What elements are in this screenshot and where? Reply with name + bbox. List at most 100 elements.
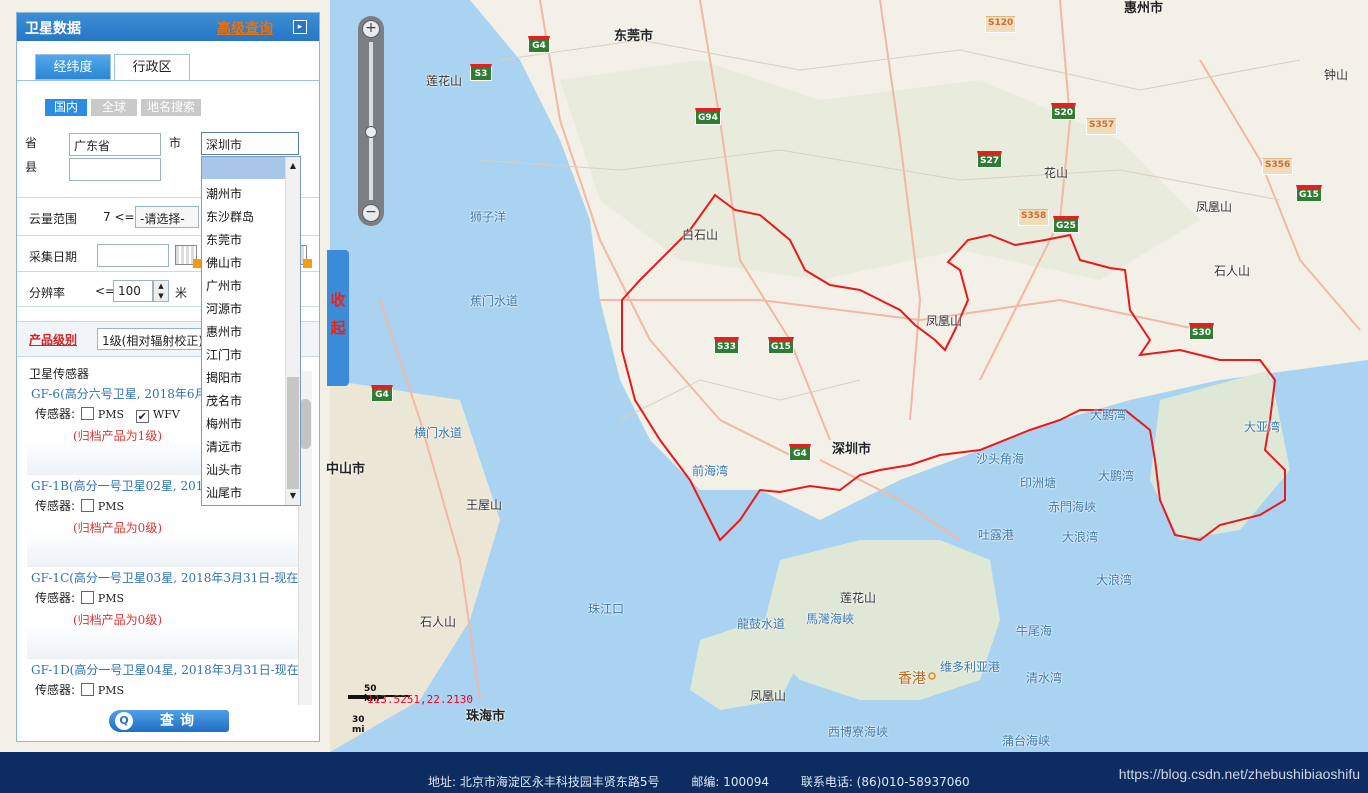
collapse-panel-button[interactable]: 收 起 — [327, 250, 349, 386]
resolution-input[interactable]: 100 — [113, 280, 153, 302]
city-dropdown-list[interactable]: 潮州市 东沙群岛 东莞市 佛山市 广州市 河源市 惠州市 江门市 揭阳市 茂名市… — [201, 156, 301, 506]
dropdown-option[interactable]: 清远市 — [206, 438, 242, 455]
sensor-row: 传感器: PMS ✔ WFV — [35, 405, 186, 423]
sensor-label: 传感器: — [35, 683, 76, 697]
cloud-operator: 7 <= — [103, 210, 135, 224]
product-level-select[interactable]: 1级(相对辐射校正) — [97, 328, 217, 350]
advanced-query-link[interactable]: 高级查询 — [217, 18, 273, 38]
sensor-checkbox-pms[interactable] — [80, 591, 94, 604]
dropdown-blank-option[interactable] — [202, 157, 286, 179]
calendar-icon[interactable] — [175, 245, 202, 268]
footer-phone: 联系电话: (86)010-58937060 — [800, 775, 970, 789]
zoom-out-button[interactable]: − — [362, 204, 380, 222]
archive-note: (归档产品为0级) — [73, 613, 162, 627]
road-shield: G4 — [528, 36, 550, 53]
map-label-wangwushan: 王屋山 — [466, 498, 503, 512]
scroll-up-icon[interactable]: ▲ — [287, 159, 299, 173]
dropdown-option[interactable]: 茂名市 — [206, 392, 242, 409]
dropdown-option[interactable]: 东沙群岛 — [206, 208, 254, 225]
search-panel: 卫星数据 高级查询 ▸ 经纬度 行政区 国内 全球 地名搜索 省 广东省 市 深… — [16, 12, 320, 742]
map-label-dongguan: 东莞市 — [614, 29, 654, 44]
scrollbar-thumb[interactable] — [300, 399, 311, 449]
tab-admin-region[interactable]: 行政区 — [114, 54, 190, 80]
road-shield: G15 — [768, 337, 794, 354]
scrollbar-thumb[interactable] — [287, 377, 299, 489]
road-shield: G25 — [1053, 216, 1079, 233]
dropdown-option[interactable]: 佛山市 — [206, 254, 242, 271]
dropdown-scrollbar[interactable]: ▲ ▼ — [285, 157, 300, 505]
satellite-item: GF-1C(高分一号卫星03星, 2018年3月31日-现在 传感器: PMS … — [27, 569, 299, 659]
footer-postcode: 邮编: 100094 — [691, 775, 769, 789]
sensor-label: 传感器: — [35, 407, 76, 421]
county-label: 县 — [25, 160, 38, 174]
collapse-char: 收 — [330, 291, 346, 309]
hongkong-land — [760, 540, 1000, 700]
road-shield: S357 — [1086, 118, 1118, 135]
sensor-name: PMS — [97, 500, 125, 513]
road-shield: G15 — [1296, 185, 1322, 202]
map-label-zhuhai: 珠海市 — [466, 709, 506, 724]
dropdown-option[interactable]: 汕头市 — [206, 461, 242, 478]
cloud-select[interactable]: -请选择- — [135, 206, 199, 228]
map-label-baishishan: 白石山 — [682, 228, 719, 242]
map-label-lianhuashan-2: 莲花山 — [840, 591, 877, 605]
zoom-control: + − — [358, 16, 384, 226]
start-date-input[interactable] — [97, 244, 169, 267]
panel-title: 卫星数据 — [25, 21, 81, 37]
resolution-stepper[interactable]: ▲ ▼ — [153, 280, 169, 302]
dropdown-option[interactable]: 江门市 — [206, 346, 242, 363]
satellite-item: GF-1D(高分一号卫星04星, 2018年3月31日-现在 传感器: PMS — [27, 661, 299, 705]
zoom-slider-track[interactable] — [369, 42, 373, 200]
product-level-label: 产品级别 — [29, 333, 78, 347]
panel-header: 卫星数据 高级查询 ▸ — [17, 13, 319, 41]
tab-latlon[interactable]: 经纬度 — [35, 54, 111, 80]
subtab-domestic[interactable]: 国内 — [45, 99, 87, 116]
dropdown-option[interactable]: 惠州市 — [206, 323, 242, 340]
dropdown-option[interactable]: 潮州市 — [206, 185, 242, 202]
archive-note: (归档产品为0级) — [73, 521, 162, 535]
county-select[interactable] — [69, 158, 161, 181]
sensor-checkbox-pms[interactable] — [80, 407, 94, 420]
dropdown-option[interactable]: 揭阳市 — [206, 369, 242, 386]
province-select[interactable]: 广东省 — [69, 133, 161, 156]
satellite-title: GF-1B(高分一号卫星02星, 201 — [31, 479, 204, 493]
sensor-checkbox-wfv[interactable]: ✔ — [135, 410, 149, 423]
map-label-lianhuashan: 莲花山 — [426, 74, 463, 88]
zoom-slider-handle[interactable] — [365, 126, 377, 138]
dropdown-option[interactable]: 汕尾市 — [206, 484, 242, 501]
zoom-in-button[interactable]: + — [362, 20, 380, 38]
road-shield: G4 — [371, 385, 393, 402]
query-button-label: 查询 — [160, 713, 200, 729]
road-shield: S358 — [1018, 209, 1050, 226]
map-label-putai: 蒲台海峡 — [1002, 734, 1051, 748]
expand-arrow-icon[interactable]: ▸ — [293, 20, 307, 34]
resolution-unit: 米 — [175, 286, 188, 300]
map-label-hongkong: 香港 — [898, 671, 926, 687]
subtab-place-search[interactable]: 地名搜索 — [141, 99, 201, 116]
subtab-global[interactable]: 全球 — [91, 99, 137, 116]
query-button[interactable]: Q 查询 — [109, 710, 229, 732]
map-label-fenghuangshan-2: 凤凰山 — [926, 314, 963, 328]
dropdown-option[interactable]: 广州市 — [206, 277, 242, 294]
search-icon: Q — [115, 712, 133, 730]
map-label-shirenshan: 石人山 — [1214, 264, 1251, 278]
calendar-corner — [303, 259, 312, 268]
sensor-checkbox-pms[interactable] — [80, 683, 94, 696]
page-footer: 地址: 北京市海淀区永丰科技园丰贤东路5号 邮编: 100094 联系电话: (… — [0, 752, 1368, 793]
map-label-shenzhen: 深圳市 — [832, 442, 872, 457]
map-label-qianhaiwan: 前海湾 — [692, 464, 729, 478]
sensor-checkbox-pms[interactable] — [80, 499, 94, 512]
city-select[interactable]: 深圳市 — [201, 132, 299, 155]
dropdown-option[interactable]: 东莞市 — [206, 231, 242, 248]
scroll-down-icon[interactable]: ▼ — [287, 489, 299, 503]
resolution-label: 分辨率 — [29, 286, 66, 300]
dropdown-option[interactable]: 河源市 — [206, 300, 242, 317]
map-label-dalangwan-1: 大浪湾 — [1062, 530, 1099, 544]
dropdown-option[interactable]: 梅州市 — [206, 415, 242, 432]
sensor-name: PMS — [97, 592, 125, 605]
map-label-mawan: 馬灣海峽 — [806, 612, 855, 626]
road-shield: G94 — [695, 108, 721, 125]
collapse-char: 起 — [330, 319, 346, 337]
map-label-huashan: 花山 — [1044, 166, 1069, 180]
road-shield: S27 — [977, 151, 1003, 168]
